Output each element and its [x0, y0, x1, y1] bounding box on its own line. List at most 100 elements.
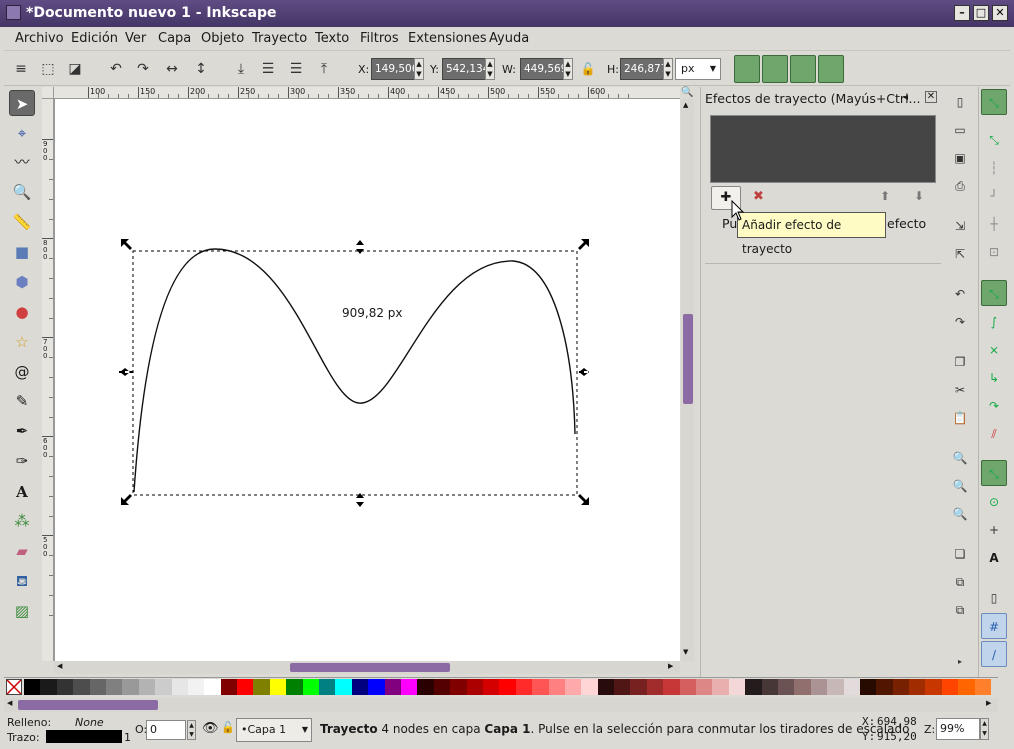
color-swatch[interactable]	[204, 679, 221, 695]
color-swatch[interactable]	[105, 679, 123, 695]
snap-bbox-mid-icon[interactable]: ┼	[981, 211, 1007, 237]
color-swatch[interactable]	[958, 679, 975, 695]
lower-icon[interactable]: ☰	[259, 60, 277, 78]
paint-bucket-tool-icon[interactable]: ⛾	[9, 568, 35, 594]
color-swatch[interactable]	[482, 679, 500, 695]
menu-ayuda[interactable]: Ayuda	[489, 31, 529, 46]
clone-icon[interactable]: ⧉	[951, 573, 969, 591]
color-swatch[interactable]	[712, 679, 729, 695]
import-icon[interactable]: ⇲	[951, 217, 969, 235]
color-swatch[interactable]	[24, 679, 41, 695]
horizontal-scrollbar[interactable]: ◀ ▶	[54, 661, 680, 674]
color-swatch[interactable]	[335, 679, 352, 695]
layer-visibility-icon[interactable]: 👁	[202, 721, 219, 736]
measure-tool-icon[interactable]: 📏	[9, 209, 35, 235]
lower-to-bottom-icon[interactable]: ⤓	[232, 60, 250, 78]
save-icon[interactable]: ▣	[951, 149, 969, 167]
select-all-icon[interactable]: ≡	[12, 60, 30, 78]
color-swatch[interactable]	[269, 679, 287, 695]
undo-icon[interactable]: ↶	[951, 285, 969, 303]
color-swatch[interactable]	[450, 679, 467, 695]
scale-corners-toggle[interactable]	[762, 55, 788, 83]
menu-archivo[interactable]: Archivo	[15, 31, 64, 46]
color-swatch[interactable]	[909, 679, 926, 695]
snap-intersections-icon[interactable]: ⨯	[981, 337, 1007, 363]
spiral-tool-icon[interactable]: @	[9, 359, 35, 385]
color-swatch[interactable]	[728, 679, 746, 695]
new-document-icon[interactable]: ▯	[951, 93, 969, 111]
menu-filtros[interactable]: Filtros	[360, 31, 399, 46]
w-spin-arrows[interactable]: ▲ ▼	[563, 58, 573, 80]
unit-select[interactable]: px ▼	[675, 58, 721, 80]
palette-scroll-right-icon[interactable]: ▶	[986, 699, 991, 707]
color-swatch[interactable]	[548, 679, 565, 695]
maximize-icon[interactable]: □	[973, 5, 989, 21]
text-tool-icon[interactable]: A	[9, 479, 35, 505]
w-input[interactable]: 449,569	[520, 58, 564, 80]
paste-icon[interactable]: 📋	[951, 409, 969, 427]
color-swatch[interactable]	[171, 679, 188, 695]
vertical-scrollbar[interactable]: ▲ ▼	[681, 99, 694, 661]
color-swatch[interactable]	[941, 679, 959, 695]
color-swatch[interactable]	[859, 679, 877, 695]
handle-bottom-right[interactable]	[578, 494, 589, 505]
snap-smooth-icon[interactable]: ↷	[981, 393, 1007, 419]
color-swatch[interactable]	[384, 679, 401, 695]
opacity-spin-arrows[interactable]: ▲ ▼	[187, 720, 196, 740]
scroll-up-icon[interactable]: ▲	[683, 101, 688, 109]
color-swatch[interactable]	[876, 679, 893, 695]
zoom-drawing-icon[interactable]: 🔍	[951, 477, 969, 495]
open-icon[interactable]: ▭	[951, 121, 969, 139]
color-swatch[interactable]	[40, 679, 57, 695]
selected-path[interactable]	[133, 248, 576, 493]
move-gradients-toggle[interactable]	[790, 55, 816, 83]
calligraphy-tool-icon[interactable]: ✑	[9, 448, 35, 474]
menu-capa[interactable]: Capa	[158, 31, 191, 46]
scroll-down-icon[interactable]: ▼	[683, 648, 688, 656]
unlink-clone-icon[interactable]: ⧉	[951, 601, 969, 619]
copy-icon[interactable]: ❐	[951, 353, 969, 371]
snap-paths-icon[interactable]: ∫	[981, 309, 1007, 335]
color-swatch[interactable]	[319, 679, 336, 695]
zoom-page-icon[interactable]: 🔍	[951, 505, 969, 523]
color-swatch[interactable]	[138, 679, 156, 695]
drawing-canvas[interactable]: 909,82 px	[54, 99, 680, 661]
handle-bottom-left[interactable]	[121, 494, 132, 505]
color-swatch[interactable]	[663, 679, 680, 695]
y-input[interactable]: 542,134	[442, 58, 486, 80]
dock-arrow-icon[interactable]: ◂	[903, 92, 908, 103]
color-swatch[interactable]	[843, 679, 860, 695]
ellipse-tool-icon[interactable]: ●	[9, 299, 35, 325]
scroll-left-icon[interactable]: ◀	[57, 662, 62, 670]
handle-right[interactable]	[579, 368, 589, 376]
snap-nodes-icon[interactable]: ⤡	[981, 280, 1007, 306]
color-swatch[interactable]	[351, 679, 369, 695]
palette-scroll-thumb[interactable]	[18, 700, 158, 710]
color-swatch[interactable]	[892, 679, 910, 695]
color-swatch[interactable]	[679, 679, 697, 695]
lock-icon[interactable]: 🔓	[579, 60, 597, 78]
flip-horizontal-icon[interactable]: ↔	[163, 60, 181, 78]
no-paint-swatch[interactable]	[6, 679, 22, 695]
remove-effect-icon[interactable]: ✖	[753, 189, 764, 204]
color-swatch[interactable]	[630, 679, 647, 695]
scale-stroke-toggle[interactable]	[734, 55, 760, 83]
star-tool-icon[interactable]: ☆	[9, 329, 35, 355]
color-swatch[interactable]	[696, 679, 713, 695]
effects-list[interactable]	[710, 115, 936, 183]
layer-select[interactable]: •Capa 1 ▼	[236, 718, 312, 742]
color-swatch[interactable]	[564, 679, 582, 695]
pen-tool-icon[interactable]: ✒	[9, 418, 35, 444]
stroke-swatch[interactable]	[46, 730, 122, 743]
duplicate-icon[interactable]: ❏	[951, 545, 969, 563]
vertical-scroll-thumb[interactable]	[683, 314, 693, 404]
print-icon[interactable]: ⎙	[951, 177, 969, 195]
close-icon[interactable]: ✕	[992, 5, 1008, 21]
menu-texto[interactable]: Texto	[315, 31, 349, 46]
color-swatch[interactable]	[515, 679, 533, 695]
color-swatch[interactable]	[532, 679, 549, 695]
snap-cusp-icon[interactable]: ↳	[981, 365, 1007, 391]
tweak-tool-icon[interactable]: 〰	[9, 149, 35, 175]
opacity-input[interactable]: 0	[146, 720, 186, 740]
raise-icon[interactable]: ☰	[287, 60, 305, 78]
